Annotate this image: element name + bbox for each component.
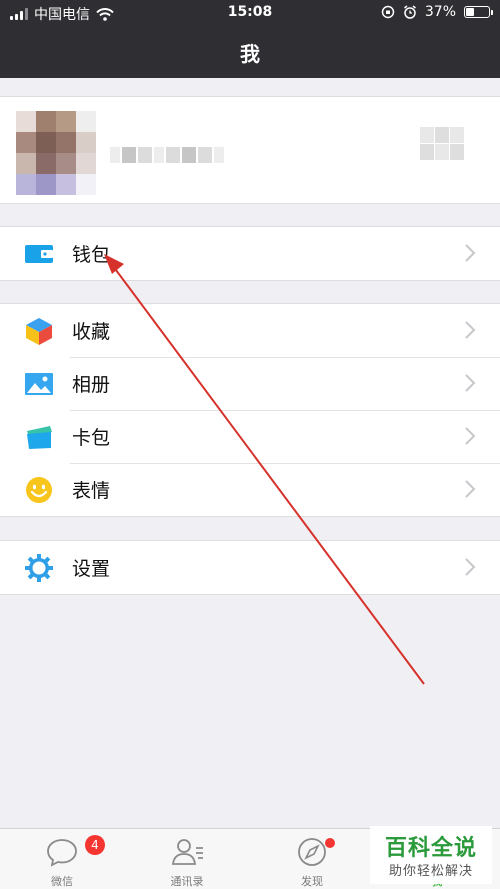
alarm-icon bbox=[403, 5, 416, 19]
menu-label-settings: 设置 bbox=[72, 558, 111, 580]
tab-discover[interactable]: 发现 bbox=[262, 829, 362, 889]
card-icon bbox=[27, 426, 52, 449]
chevron-right-icon bbox=[465, 480, 476, 498]
blurred-username bbox=[110, 147, 224, 163]
blurred-qrcode bbox=[420, 127, 464, 160]
watermark: 百科全说 助你轻松解决 bbox=[370, 826, 492, 884]
menu-label-album: 相册 bbox=[72, 374, 111, 396]
chevron-right-icon bbox=[465, 321, 476, 339]
contacts-icon bbox=[171, 839, 203, 865]
wallet-icon bbox=[25, 245, 53, 263]
watermark-subtitle: 助你轻松解决 bbox=[388, 864, 473, 879]
chevron-right-icon bbox=[465, 558, 476, 576]
menu-item-stickers[interactable]: 表情 bbox=[0, 463, 500, 516]
smiley-icon bbox=[26, 477, 52, 503]
profile-card[interactable] bbox=[0, 96, 500, 204]
watermark-title: 百科全说 bbox=[384, 836, 477, 861]
avatar bbox=[16, 111, 96, 195]
tab-contacts[interactable]: 通讯录 bbox=[137, 829, 237, 889]
tab-label-discover: 发现 bbox=[301, 875, 323, 888]
compass-icon bbox=[298, 838, 326, 866]
status-bar: 中国电信 15:08 37% bbox=[0, 0, 500, 26]
unread-badge: 4 bbox=[85, 835, 105, 855]
discover-dot-badge bbox=[325, 838, 335, 848]
wallet-group: 钱包 bbox=[0, 226, 500, 281]
menu-label-favorites: 收藏 bbox=[72, 321, 111, 343]
menu-label-cards: 卡包 bbox=[72, 427, 111, 449]
rotation-lock-icon bbox=[381, 5, 395, 19]
photo-icon bbox=[25, 373, 53, 395]
menu-item-wallet[interactable]: 钱包 bbox=[0, 227, 500, 280]
cube-icon bbox=[26, 318, 52, 345]
chevron-right-icon bbox=[465, 427, 476, 445]
menu-label-stickers: 表情 bbox=[72, 480, 111, 502]
tab-label-chats: 微信 bbox=[51, 875, 73, 888]
page-title: 我 bbox=[240, 42, 260, 66]
menu-label-wallet: 钱包 bbox=[72, 244, 111, 266]
battery-percent: 37% bbox=[424, 4, 456, 20]
battery-icon bbox=[464, 6, 493, 18]
chevron-right-icon bbox=[465, 374, 476, 392]
gear-icon bbox=[25, 554, 53, 582]
collections-group: 收藏 相册 卡包 表情 bbox=[0, 303, 500, 517]
chevron-right-icon bbox=[465, 244, 476, 262]
settings-group: 设置 bbox=[0, 540, 500, 595]
menu-item-settings[interactable]: 设置 bbox=[0, 541, 500, 594]
tab-chats[interactable]: 4 微信 bbox=[12, 829, 112, 889]
tab-label-contacts: 通讯录 bbox=[170, 875, 204, 888]
top-bar: 中国电信 15:08 37% 我 bbox=[0, 0, 500, 78]
menu-item-favorites[interactable]: 收藏 bbox=[0, 304, 500, 357]
menu-item-album[interactable]: 相册 bbox=[0, 357, 500, 410]
chat-bubble-icon bbox=[47, 839, 77, 867]
menu-item-cards[interactable]: 卡包 bbox=[0, 410, 500, 463]
